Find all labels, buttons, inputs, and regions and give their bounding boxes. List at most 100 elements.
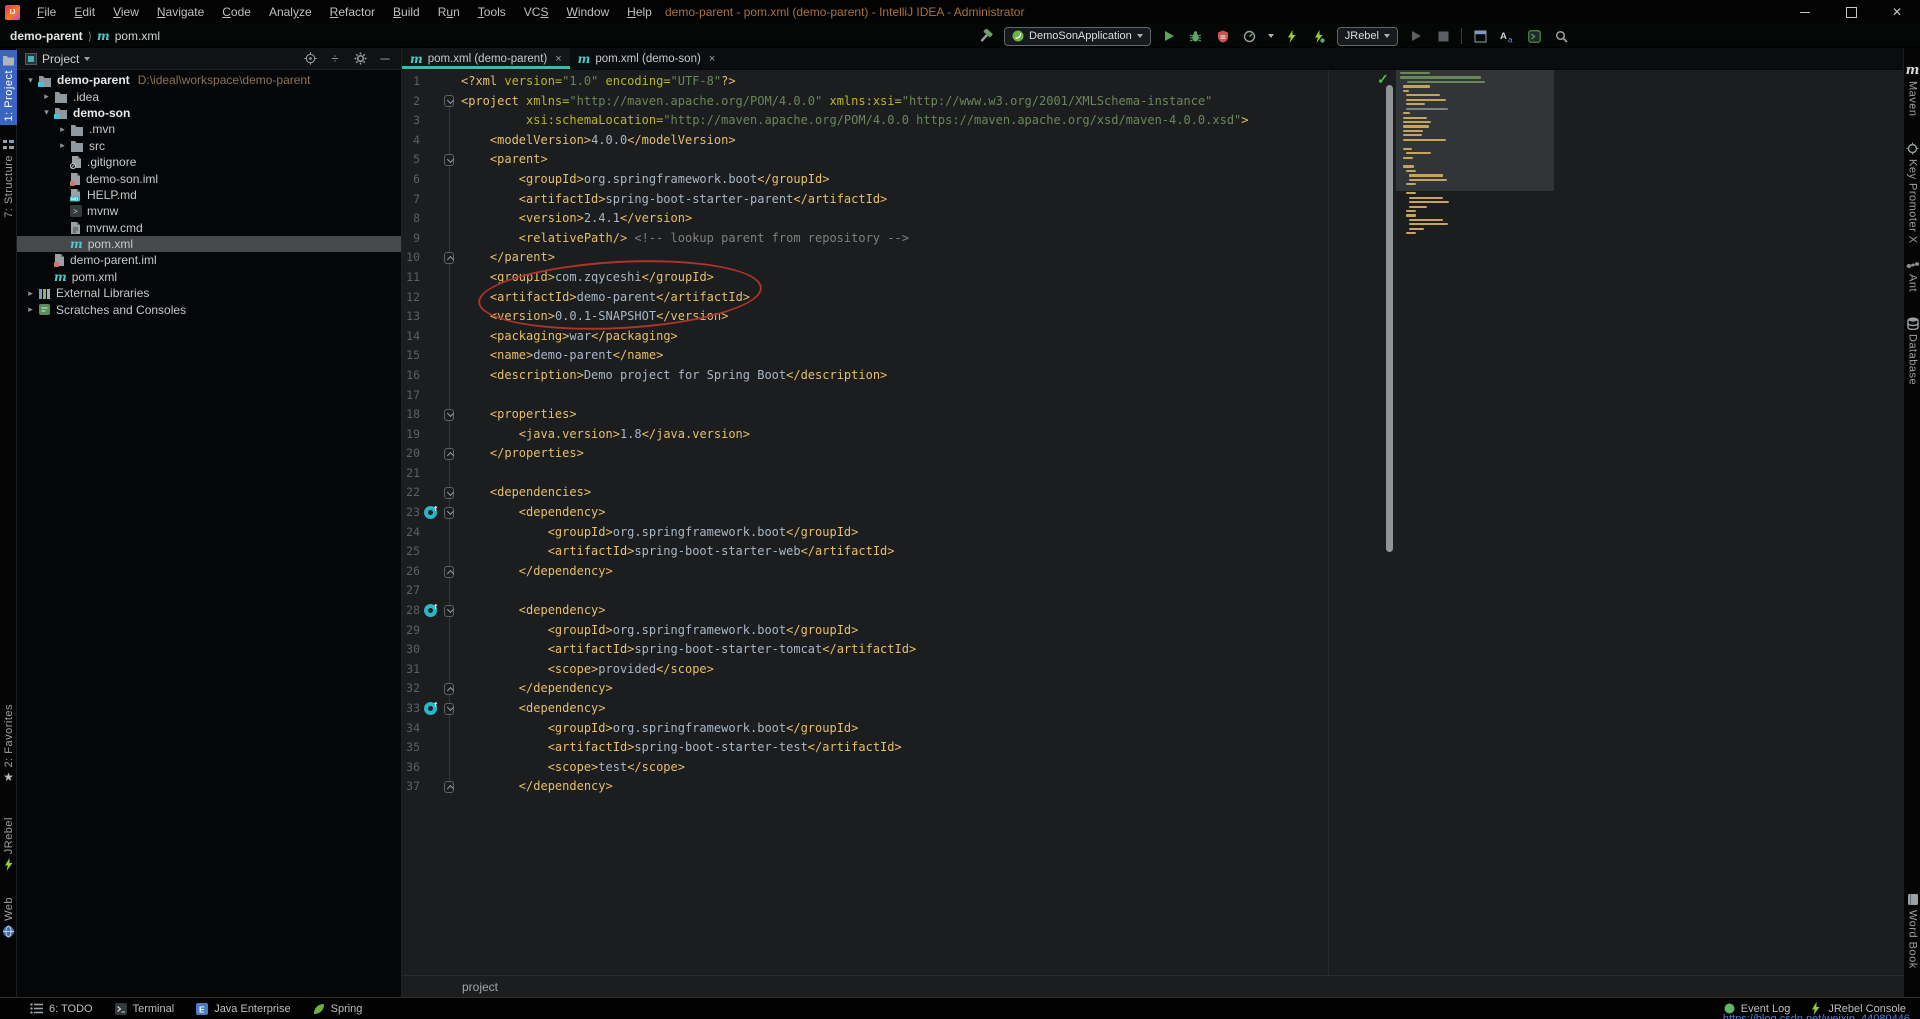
tool-strip-maven[interactable]: mMaven: [1904, 60, 1920, 121]
tree-item-.idea[interactable]: ▸.idea: [17, 88, 401, 104]
code-line-4[interactable]: 4 <modelVersion>4.0.0</modelVersion>: [402, 131, 1903, 151]
fold-collapse-icon[interactable]: [444, 409, 454, 421]
tree-item-external-libraries[interactable]: ▸External Libraries: [17, 285, 401, 301]
hide-panel-icon[interactable]: ─: [375, 51, 395, 66]
code-line-14[interactable]: 14 <packaging>war</packaging>: [402, 327, 1903, 347]
fold-collapse-icon[interactable]: [444, 487, 454, 499]
code-line-36[interactable]: 36 <scope>test</scope>: [402, 758, 1903, 778]
code-line-3[interactable]: 3 xsi:schemaLocation="http://maven.apach…: [402, 111, 1903, 131]
tool-strip-1--project[interactable]: 1: Project: [0, 50, 17, 125]
run-button[interactable]: [1160, 27, 1178, 45]
tool-strip-web[interactable]: Web: [0, 893, 17, 942]
tool-strip-7--structure[interactable]: 7: Structure: [0, 134, 17, 222]
code-line-35[interactable]: 35 <artifactId>spring-boot-starter-test<…: [402, 738, 1903, 758]
code-line-20[interactable]: 20 </properties>: [402, 444, 1903, 464]
profiler-chevron-icon[interactable]: [1268, 34, 1274, 38]
editor[interactable]: 1<?xml version="1.0" encoding="UTF-8"?> 2…: [402, 70, 1903, 975]
panel-settings-gear-icon[interactable]: [350, 52, 370, 65]
fold-collapse-icon[interactable]: [444, 507, 454, 519]
menu-build[interactable]: Build: [384, 0, 429, 24]
code-line-28[interactable]: 28 <dependency>: [402, 601, 1903, 621]
breadcrumb-file[interactable]: pom.xml: [115, 29, 160, 43]
code-line-37[interactable]: 37 </dependency>: [402, 777, 1903, 797]
fold-end-icon[interactable]: [444, 781, 454, 793]
fold-collapse-icon[interactable]: [444, 605, 454, 617]
tool-strip-2--favorites[interactable]: 2: Favorites★: [0, 700, 17, 787]
status-java-enterprise[interactable]: EJava Enterprise: [196, 1003, 290, 1015]
code-line-7[interactable]: 7 <artifactId>spring-boot-starter-parent…: [402, 190, 1903, 210]
tree-item-mvnw[interactable]: >mvnw: [17, 203, 401, 219]
fold-end-icon[interactable]: [444, 683, 454, 695]
chevron-right-icon[interactable]: ▸: [39, 91, 54, 102]
editor-tab-0[interactable]: mpom.xml (demo-parent)×: [402, 48, 570, 69]
fold-collapse-icon[interactable]: [444, 95, 454, 107]
close-tab-icon[interactable]: ×: [709, 53, 715, 65]
menu-help[interactable]: Help: [618, 0, 661, 24]
breadcrumb-tag[interactable]: project: [462, 980, 498, 994]
dependency-gutter-icon[interactable]: [424, 604, 437, 617]
dependency-gutter-icon[interactable]: [424, 506, 437, 519]
dependency-gutter-icon[interactable]: [424, 702, 437, 715]
code-line-17[interactable]: 17: [402, 386, 1903, 406]
tree-item-scratches-and-consoles[interactable]: ▸Scratches and Consoles: [17, 301, 401, 317]
build-hammer-icon[interactable]: [977, 27, 995, 45]
profiler-button[interactable]: [1241, 27, 1259, 45]
fold-collapse-icon[interactable]: [444, 154, 454, 166]
coverage-button[interactable]: [1214, 27, 1232, 45]
code-line-5[interactable]: 5 <parent>: [402, 150, 1903, 170]
tree-item-pom.xml[interactable]: mpom.xml: [17, 269, 401, 285]
code-line-9[interactable]: 9 <relativePath/> <!-- lookup parent fro…: [402, 229, 1903, 249]
code-line-1[interactable]: 1<?xml version="1.0" encoding="UTF-8"?>: [402, 72, 1903, 92]
code-line-6[interactable]: 6 <groupId>org.springframework.boot</gro…: [402, 170, 1903, 190]
jrebel-select[interactable]: JRebel: [1337, 27, 1398, 46]
tree-item-help.md[interactable]: MDHELP.md: [17, 187, 401, 203]
translate-icon[interactable]: Aa: [1498, 27, 1516, 45]
debug-button[interactable]: [1187, 27, 1205, 45]
tree-item-src[interactable]: ▸src: [17, 138, 401, 154]
code-line-18[interactable]: 18 <properties>: [402, 405, 1903, 425]
status-6--todo[interactable]: 6: TODO: [30, 1003, 93, 1015]
code-line-16[interactable]: 16 <description>Demo project for Spring …: [402, 366, 1903, 386]
status-event-log[interactable]: Event Log: [1724, 1002, 1791, 1015]
fold-end-icon[interactable]: [444, 448, 454, 460]
inspections-ok-check-icon[interactable]: ✓: [1377, 71, 1389, 88]
code-line-19[interactable]: 19 <java.version>1.8</java.version>: [402, 425, 1903, 445]
tool-strip-database[interactable]: Database: [1904, 313, 1920, 389]
code-line-34[interactable]: 34 <groupId>org.springframework.boot</gr…: [402, 719, 1903, 739]
menu-tools[interactable]: Tools: [469, 0, 515, 24]
menu-refactor[interactable]: Refactor: [321, 0, 384, 24]
tool-strip-key-promoter-x[interactable]: Key Promoter X: [1904, 138, 1920, 248]
code-line-25[interactable]: 25 <artifactId>spring-boot-starter-web</…: [402, 542, 1903, 562]
code-line-30[interactable]: 30 <artifactId>spring-boot-starter-tomca…: [402, 640, 1903, 660]
code-line-32[interactable]: 32 </dependency>: [402, 679, 1903, 699]
status-jrebel-console[interactable]: JRebel Console: [1810, 1002, 1906, 1015]
fold-end-icon[interactable]: [444, 566, 454, 578]
minimize-button[interactable]: [1782, 0, 1828, 24]
chevron-right-icon[interactable]: ▸: [23, 304, 38, 315]
code-line-8[interactable]: 8 <version>2.4.1</version>: [402, 209, 1903, 229]
chevron-right-icon[interactable]: ▸: [55, 124, 70, 135]
menu-run[interactable]: Run: [429, 0, 469, 24]
code-line-27[interactable]: 27: [402, 581, 1903, 601]
menu-edit[interactable]: Edit: [65, 0, 104, 24]
code-line-26[interactable]: 26 </dependency>: [402, 562, 1903, 582]
search-everywhere-icon[interactable]: [1552, 27, 1570, 45]
code-line-29[interactable]: 29 <groupId>org.springframework.boot</gr…: [402, 621, 1903, 641]
chevron-down-icon[interactable]: ▾: [23, 75, 38, 86]
locate-file-icon[interactable]: [300, 52, 320, 65]
collapse-all-icon[interactable]: ÷: [325, 51, 345, 66]
code-line-23[interactable]: 23 <dependency>: [402, 503, 1903, 523]
tree-item-demo-son[interactable]: ▾demo-son: [17, 105, 401, 121]
menu-analyze[interactable]: Analyze: [260, 0, 321, 24]
menu-vcs[interactable]: VCS: [515, 0, 558, 24]
run-with-jrebel-button[interactable]: [1283, 27, 1301, 45]
project-panel-title[interactable]: Project: [42, 52, 90, 66]
fold-end-icon[interactable]: [444, 252, 454, 264]
tool-strip-word-book[interactable]: Word Book: [1904, 889, 1920, 973]
menu-code[interactable]: Code: [213, 0, 260, 24]
code-line-24[interactable]: 24 <groupId>org.springframework.boot</gr…: [402, 523, 1903, 543]
editor-scrollbar[interactable]: [1386, 85, 1393, 552]
debug-with-jrebel-button[interactable]: [1310, 27, 1328, 45]
tool-windows-icon[interactable]: [1471, 27, 1489, 45]
code-line-31[interactable]: 31 <scope>provided</scope>: [402, 660, 1903, 680]
